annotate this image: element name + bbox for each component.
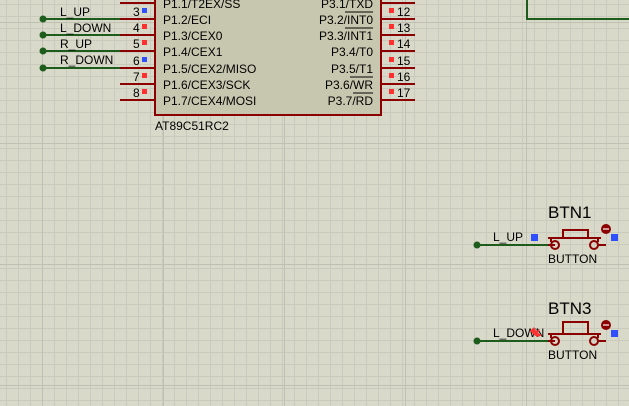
pin-number: 15 (397, 54, 411, 68)
chip-name: AT89C51RC2 (155, 119, 229, 133)
pin-number: 5 (133, 37, 140, 51)
pin-number: 3 (133, 5, 140, 19)
pin-number: 14 (397, 37, 411, 51)
btn1-reference: BTN1 (548, 203, 591, 222)
pin-number: 12 (397, 5, 411, 19)
connection-marker (531, 234, 538, 241)
net-label-l-down: L_DOWN (60, 21, 111, 35)
pin-label: P1.3/CEX0 (163, 29, 223, 43)
btn1-net-label: L_UP (493, 230, 523, 244)
pin-label: P3.3/INT1 (319, 29, 373, 43)
pin-number: 6 (133, 54, 140, 68)
pin-label: P1.1/T2EX/SS (163, 0, 240, 11)
btn1-actuator-top (562, 229, 589, 238)
btn3-actuator-top (562, 321, 589, 334)
pin-label: P1.4/CEX1 (163, 45, 223, 59)
btn3-value: BUTTON (548, 348, 597, 362)
wire-junction (39, 47, 47, 55)
wire-junction (473, 337, 481, 345)
pin-label: P1.7/CEX4/MOSI (163, 94, 256, 108)
connection-marker (611, 330, 618, 337)
pin-label: P3.6/WR (325, 78, 373, 92)
pin-label: P1.5/CEX2/MISO (163, 62, 256, 76)
btn1-value: BUTTON (548, 252, 597, 266)
wire-junction (473, 241, 481, 249)
top-right-wire (526, 0, 629, 20)
connection-marker (611, 234, 618, 241)
net-label-l-up: L_UP (60, 5, 90, 19)
pin-number: 13 (397, 21, 411, 35)
button-btn3[interactable]: L_DOWN BTN3 BUTTON (473, 299, 619, 362)
pin-number: 17 (397, 86, 411, 100)
pin-label: P1.6/CEX3/SCK (163, 78, 250, 92)
pin-number: 16 (397, 70, 411, 84)
wire-junction (39, 64, 47, 72)
pin-number: 8 (133, 86, 140, 100)
pin-label: P3.1/TXD (321, 0, 373, 11)
net-label-r-down: R_DOWN (60, 53, 113, 67)
pin-label: P3.4/T0 (331, 45, 373, 59)
pin-label: P3.2/INT0 (319, 13, 373, 27)
btn3-contact-right (589, 336, 599, 346)
btn1-contact-right (589, 240, 599, 250)
pin-number: 4 (133, 21, 140, 35)
wire-junction (39, 15, 47, 23)
pin-number: 7 (133, 70, 140, 84)
button-btn1[interactable]: L_UP BTN1 BUTTON (473, 203, 619, 266)
net-label-r-up: R_UP (60, 37, 92, 51)
wire-junction (39, 31, 47, 39)
pin-label: P3.5/T1 (331, 62, 373, 76)
pin-label: P1.2/ECI (163, 13, 211, 27)
btn3-reference: BTN3 (548, 299, 591, 318)
pin-label: P3.7/RD (328, 94, 374, 108)
